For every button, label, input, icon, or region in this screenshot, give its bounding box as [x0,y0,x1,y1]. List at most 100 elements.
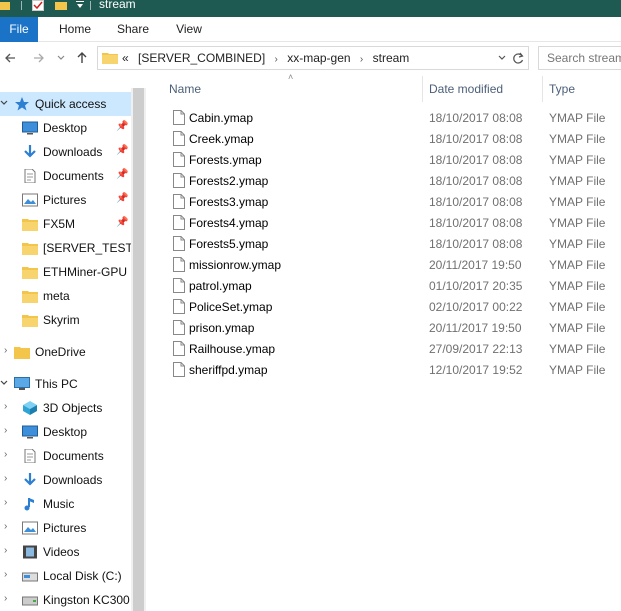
nav-item[interactable]: › Kingston KC300 ( [0,588,131,611]
chevron-right-icon[interactable]: › [4,593,7,604]
properties-icon[interactable] [32,0,44,11]
nav-item[interactable]: › Documents [0,444,131,468]
pin-icon[interactable]: 📌 [116,121,128,132]
column-header-name[interactable]: Name [169,74,201,104]
nav-item[interactable]: meta [0,284,131,308]
file-date: 18/10/2017 08:08 [429,153,523,167]
back-arrow-icon[interactable] [4,52,16,64]
column-header-type[interactable]: Type [549,74,575,104]
address-bar[interactable]: « [SERVER_COMBINED] › xx-map-gen › strea… [97,46,529,70]
file-row[interactable]: Forests.ymap 18/10/2017 08:08 YMAP File [146,149,621,170]
tab-file[interactable]: File [0,17,38,42]
file-row[interactable]: PoliceSet.ymap 02/10/2017 00:22 YMAP File [146,296,621,317]
breadcrumb-item[interactable]: stream [373,51,410,65]
sort-ascending-icon: ˄ [288,72,294,82]
scrollbar-thumb[interactable] [133,88,144,611]
nav-onedrive[interactable]: › OneDrive [0,340,131,364]
folder-icon[interactable] [0,0,10,11]
chevron-right-icon[interactable]: › [360,54,363,65]
file-row[interactable]: Forests2.ymap 18/10/2017 08:08 YMAP File [146,170,621,191]
chevron-right-icon[interactable]: › [4,569,7,580]
toolbar-divider [21,1,22,10]
file-row[interactable]: Forests5.ymap 18/10/2017 08:08 YMAP File [146,233,621,254]
nav-scrollbar[interactable] [131,88,146,611]
nav-item[interactable]: › Local Disk (C:) [0,564,131,588]
nav-item[interactable]: Skyrim [0,308,131,332]
column-divider[interactable] [542,76,543,102]
nav-quick-access[interactable]: Quick access [0,92,131,116]
nav-label: This PC [35,377,78,391]
nav-item[interactable]: Documents 📌 [0,164,131,188]
chevron-down-icon[interactable] [57,55,65,61]
tab-home[interactable]: Home [50,17,100,42]
file-name: missionrow.ymap [189,258,282,272]
chevron-right-icon[interactable]: › [4,345,7,356]
nav-item[interactable]: FX5M 📌 [0,212,131,236]
customize-quick-access-icon[interactable] [75,0,85,11]
file-row[interactable]: Railhouse.ymap 27/09/2017 22:13 YMAP File [146,338,621,359]
file-row[interactable]: Forests4.ymap 18/10/2017 08:08 YMAP File [146,212,621,233]
column-header-date[interactable]: Date modified [429,74,503,104]
chevron-right-icon[interactable]: › [275,54,278,65]
chevron-right-icon[interactable]: › [4,521,7,532]
nav-label: Pictures [43,521,87,535]
pin-icon[interactable]: 📌 [116,169,128,180]
column-divider[interactable] [422,76,423,102]
chevron-down-icon[interactable] [498,55,506,61]
chevron-down-icon[interactable] [0,100,8,106]
nav-item[interactable]: Desktop 📌 [0,116,131,140]
file-row[interactable]: patrol.ymap 01/10/2017 20:35 YMAP File [146,275,621,296]
nav-label: ETHMiner-GPU [43,265,128,279]
file-name: sheriffpd.ymap [189,363,268,377]
file-row[interactable]: missionrow.ymap 20/11/2017 19:50 YMAP File [146,254,621,275]
download-icon [24,473,36,486]
breadcrumb-overflow[interactable]: « [122,51,129,65]
pictures-icon [22,193,38,207]
nav-item[interactable]: › Downloads [0,468,131,492]
nav-item[interactable]: [SERVER_TESTIN [0,236,131,260]
nav-item[interactable]: › 3D Objects [0,396,131,420]
nav-item[interactable]: › Pictures [0,516,131,540]
search-input[interactable]: Search stream [538,46,621,70]
file-row[interactable]: prison.ymap 20/11/2017 19:50 YMAP File [146,317,621,338]
nav-item[interactable]: › Desktop [0,420,131,444]
chevron-right-icon[interactable]: › [4,449,7,460]
new-folder-icon[interactable] [55,0,67,11]
chevron-right-icon[interactable]: › [4,401,7,412]
star-icon [15,97,29,111]
nav-item[interactable]: Downloads 📌 [0,140,131,164]
file-date: 12/10/2017 19:52 [429,363,523,377]
file-row[interactable]: Creek.ymap 18/10/2017 08:08 YMAP File [146,128,621,149]
nav-item[interactable]: › Videos [0,540,131,564]
pin-icon[interactable]: 📌 [116,217,128,228]
file-type: YMAP File [549,111,606,125]
document-icon [24,449,36,463]
file-date: 18/10/2017 08:08 [429,174,523,188]
tab-view[interactable]: View [165,17,213,42]
file-date: 02/10/2017 00:22 [429,300,523,314]
breadcrumb-item[interactable]: [SERVER_COMBINED] [138,51,265,65]
chevron-right-icon[interactable]: › [4,545,7,556]
nav-item[interactable]: Pictures 📌 [0,188,131,212]
file-icon [173,341,185,356]
pin-icon[interactable]: 📌 [116,145,128,156]
tab-share[interactable]: Share [108,17,158,42]
nav-this-pc[interactable]: This PC [0,372,131,396]
file-icon [173,278,185,293]
file-icon [173,110,185,125]
breadcrumb-item[interactable]: xx-map-gen [287,51,350,65]
nav-item[interactable]: ETHMiner-GPU [0,260,131,284]
up-arrow-icon[interactable] [76,51,88,64]
pin-icon[interactable]: 📌 [116,193,128,204]
chevron-right-icon[interactable]: › [4,425,7,436]
file-row[interactable]: Forests3.ymap 18/10/2017 08:08 YMAP File [146,191,621,212]
chevron-right-icon[interactable]: › [4,497,7,508]
file-date: 18/10/2017 08:08 [429,195,523,209]
chevron-right-icon[interactable]: › [4,473,7,484]
file-row[interactable]: sheriffpd.ymap 12/10/2017 19:52 YMAP File [146,359,621,380]
file-row[interactable]: Cabin.ymap 18/10/2017 08:08 YMAP File [146,107,621,128]
refresh-icon[interactable] [512,51,524,65]
nav-item[interactable]: › Music [0,492,131,516]
forward-arrow-icon[interactable] [33,52,45,64]
chevron-down-icon[interactable] [0,380,8,386]
